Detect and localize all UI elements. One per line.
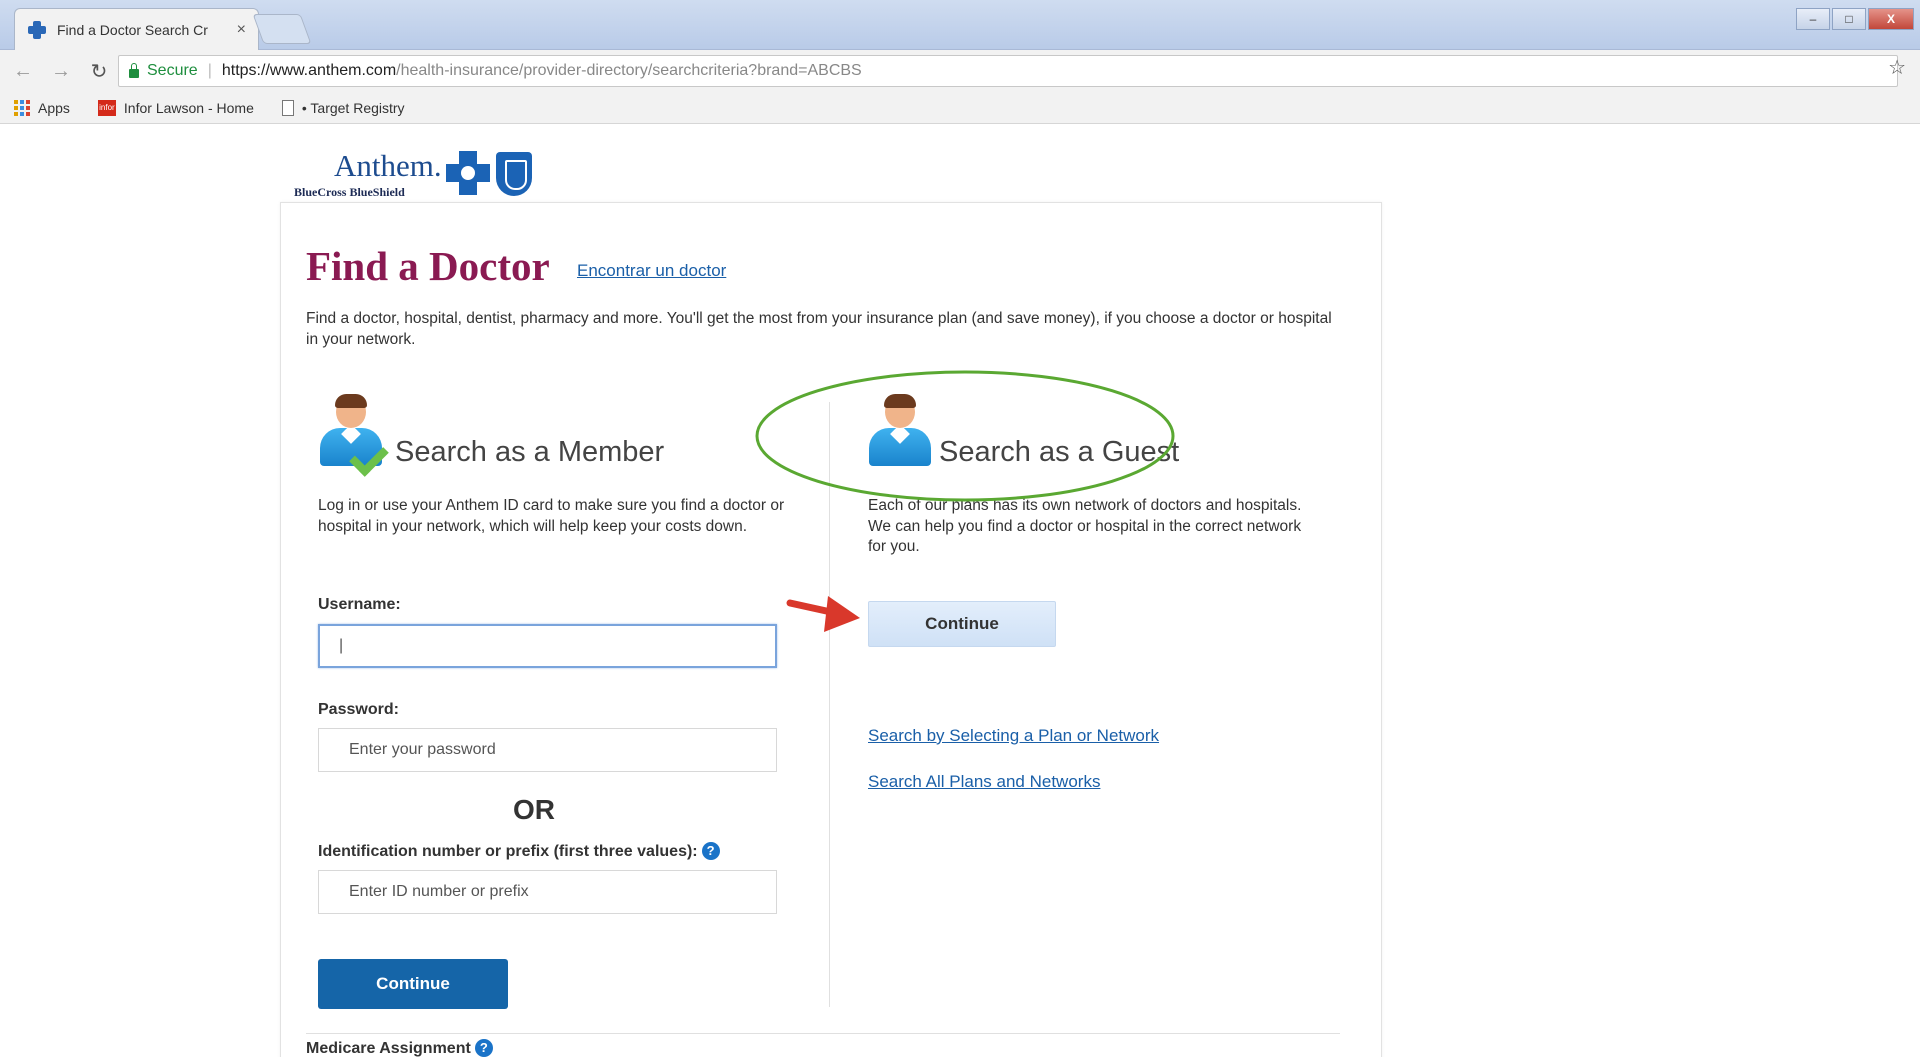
medicare-assignment[interactable]: Medicare Assignment? (306, 1039, 493, 1057)
url-separator: | (207, 62, 212, 79)
search-all-plans-link[interactable]: Search All Plans and Networks (868, 772, 1100, 792)
member-continue-button[interactable]: Continue (318, 959, 508, 1009)
address-toolbar: ← → ↻ Secure | https://www.anthem.com /h… (0, 50, 1920, 92)
blue-shield-icon (496, 152, 532, 196)
footer-divider (306, 1033, 1340, 1034)
browser-titlebar: Find a Doctor Search Cr × – □ X (0, 0, 1920, 50)
page-title: Find a Doctor (306, 243, 550, 289)
checkmark-icon (354, 438, 388, 468)
id-number-label: Identification number or prefix (first t… (318, 842, 720, 861)
id-number-label-text: Identification number or prefix (first t… (318, 843, 698, 860)
reload-icon[interactable]: ↻ (88, 59, 110, 84)
help-icon[interactable]: ? (701, 842, 720, 860)
bookmark-label: Infor Lawson - Home (123, 99, 254, 116)
lock-icon (129, 62, 139, 78)
guest-continue-button[interactable]: Continue (868, 601, 1056, 647)
bookmark-label: Apps (38, 99, 70, 116)
member-person-icon (318, 394, 382, 468)
maximize-button[interactable]: □ (1832, 8, 1866, 30)
spanish-link[interactable]: Encontrar un doctor (577, 261, 726, 281)
close-tab-icon[interactable]: × (237, 21, 246, 39)
help-icon[interactable]: ? (474, 1039, 493, 1057)
new-tab-button[interactable] (252, 14, 312, 44)
close-window-button[interactable]: X (1868, 8, 1914, 30)
infor-icon: infor (97, 99, 116, 116)
column-divider (829, 402, 830, 1007)
logo-subtitle: BlueCross BlueShield (294, 185, 405, 199)
apps-grid-icon (14, 99, 30, 116)
cross-favicon-icon (27, 20, 47, 40)
search-by-plan-link[interactable]: Search by Selecting a Plan or Network (868, 726, 1159, 746)
username-label: Username: (318, 596, 401, 613)
page-icon (281, 99, 294, 116)
forward-arrow-icon[interactable]: → (50, 60, 72, 83)
browser-tab[interactable]: Find a Doctor Search Cr × (14, 8, 259, 50)
bookmark-apps[interactable]: Apps (14, 99, 70, 116)
medicare-assignment-label: Medicare Assignment (306, 1040, 471, 1057)
username-input[interactable] (318, 624, 777, 668)
bookmark-star-icon[interactable]: ☆ (1888, 55, 1906, 80)
bookmark-infor-lawson[interactable]: infor Infor Lawson - Home (97, 99, 254, 116)
password-label: Password: (318, 701, 399, 718)
member-section-title: Search as a Member (395, 436, 665, 468)
minimize-button[interactable]: – (1796, 8, 1830, 30)
bookmarks-bar: Apps infor Infor Lawson - Home • Target … (0, 92, 1920, 124)
blue-cross-icon (446, 151, 490, 195)
logo-wordmark: Anthem. (334, 148, 442, 183)
id-number-input[interactable] (318, 870, 777, 914)
member-description: Log in or use your Anthem ID card to mak… (318, 497, 785, 535)
password-input[interactable] (318, 728, 777, 772)
bookmark-target-registry[interactable]: • Target Registry (281, 99, 405, 116)
intro-text: Find a doctor, hospital, dentist, pharma… (306, 310, 1332, 348)
tab-title: Find a Doctor Search Cr (57, 21, 208, 38)
url-bar[interactable]: Secure | https://www.anthem.com /health-… (118, 55, 1898, 87)
url-path: /health-insurance/provider-directory/sea… (396, 62, 862, 79)
guest-person-icon (867, 394, 931, 468)
url-host: https://www.anthem.com (221, 62, 397, 79)
secure-label: Secure (147, 62, 198, 79)
guest-section-title: Search as a Guest (939, 436, 1180, 468)
window-controls: – □ X (1796, 8, 1914, 30)
anthem-logo[interactable]: Anthem. BlueCross BlueShield (294, 148, 544, 199)
guest-description: Each of our plans has its own network of… (868, 497, 1302, 555)
back-arrow-icon[interactable]: ← (12, 60, 34, 83)
or-separator: OR (513, 794, 555, 825)
bookmark-label: • Target Registry (301, 99, 405, 116)
